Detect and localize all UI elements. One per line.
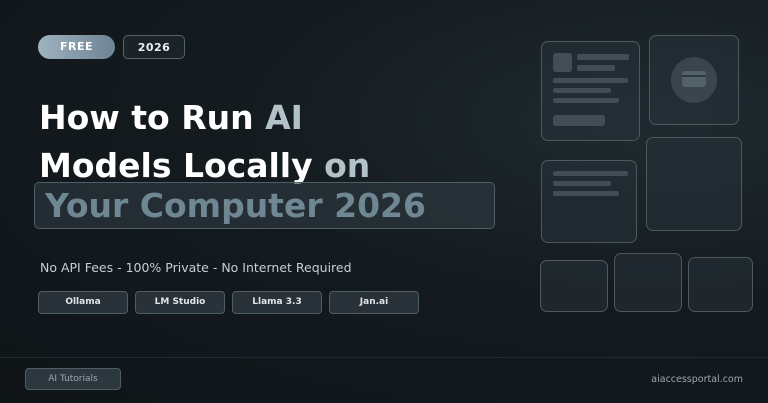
card-line bbox=[577, 65, 615, 71]
list-card bbox=[541, 160, 637, 243]
title-accent-on: on bbox=[324, 146, 371, 185]
free-badge: FREE bbox=[38, 35, 115, 59]
badge-row: FREE 2026 bbox=[38, 35, 185, 59]
subtitle: No API Fees - 100% Private - No Internet… bbox=[40, 260, 352, 275]
page-title: How to Run AI Models Locally on bbox=[39, 94, 370, 190]
empty-card-small-1 bbox=[540, 260, 608, 312]
tag-jan-ai: Jan.ai bbox=[329, 291, 419, 314]
storage-icon-line bbox=[682, 75, 706, 77]
title-highlight-line: Your Computer 2026 bbox=[34, 182, 495, 229]
tag-lm-studio: LM Studio bbox=[135, 291, 225, 314]
title-line-1-text: How to Run bbox=[39, 98, 266, 137]
card-line bbox=[553, 191, 619, 196]
card-line bbox=[553, 88, 611, 93]
empty-card-large bbox=[646, 137, 742, 231]
storage-card bbox=[649, 35, 739, 125]
storage-icon bbox=[671, 57, 717, 103]
card-line bbox=[553, 98, 619, 103]
tag-ollama: Ollama bbox=[38, 291, 128, 314]
card-thumbnail bbox=[553, 53, 572, 72]
footer-divider bbox=[0, 357, 768, 358]
title-accent-ai: AI bbox=[265, 98, 303, 137]
tag-llama: Llama 3.3 bbox=[232, 291, 322, 314]
card-button bbox=[553, 115, 605, 126]
window-card-icon bbox=[541, 41, 640, 141]
card-line bbox=[553, 181, 611, 186]
site-url: aiaccessportal.com bbox=[651, 374, 743, 385]
tag-row: Ollama LM Studio Llama 3.3 Jan.ai bbox=[38, 291, 419, 314]
empty-card-small-2 bbox=[614, 253, 682, 312]
empty-card-small-3 bbox=[688, 257, 753, 312]
year-badge: 2026 bbox=[123, 35, 185, 59]
title-line-2-text: Models Locally bbox=[39, 146, 325, 185]
card-line bbox=[553, 78, 628, 83]
card-line bbox=[553, 171, 628, 176]
category-tag[interactable]: AI Tutorials bbox=[25, 368, 121, 390]
storage-icon-body bbox=[682, 71, 706, 87]
title-line-1: How to Run AI bbox=[39, 94, 370, 142]
card-line bbox=[577, 54, 629, 60]
